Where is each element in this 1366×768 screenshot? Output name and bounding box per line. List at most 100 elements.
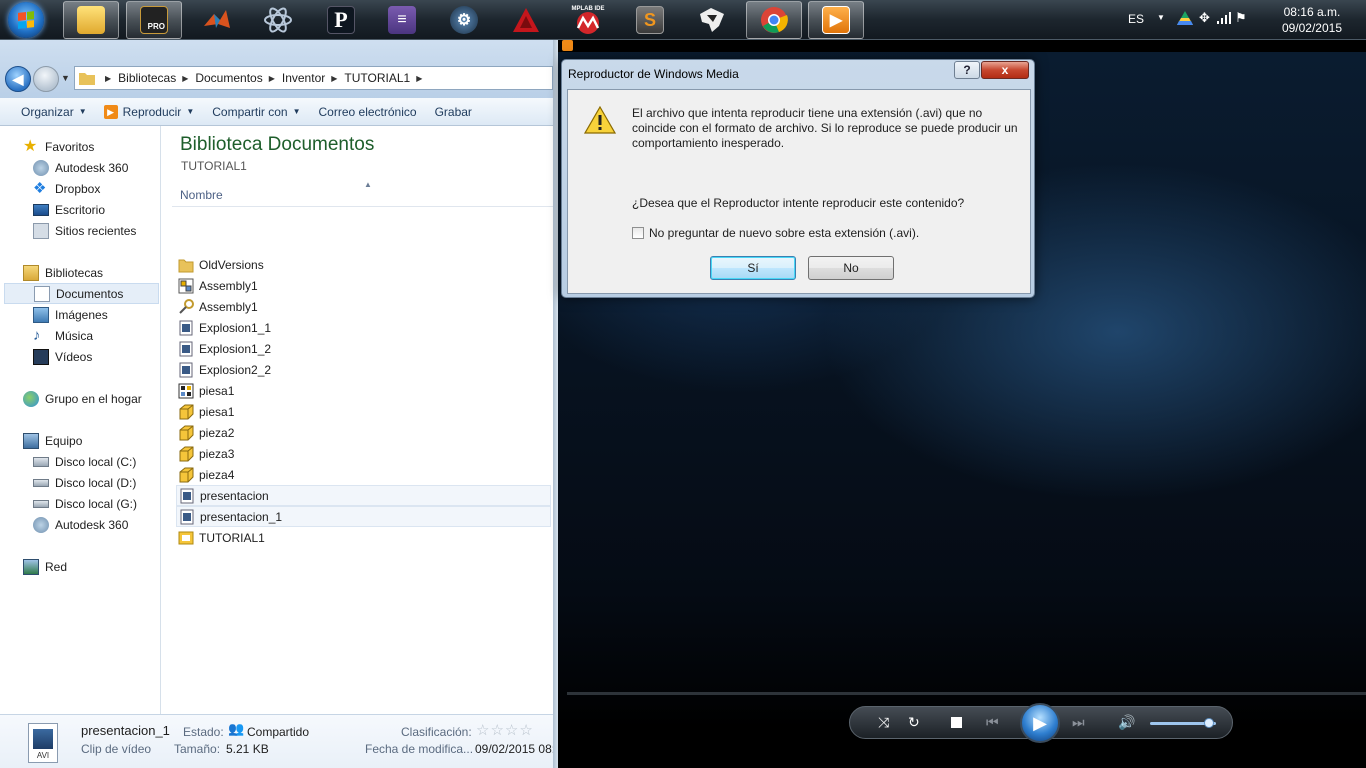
taskbar-p-app[interactable]: P bbox=[313, 1, 369, 39]
file-item[interactable]: presentacion_1 bbox=[176, 506, 551, 527]
file-item[interactable]: Assembly1 bbox=[178, 275, 553, 296]
volume-knob[interactable] bbox=[1204, 718, 1215, 728]
nav-autodesk360[interactable]: Autodesk 360 bbox=[33, 157, 128, 178]
close-button[interactable]: x bbox=[981, 61, 1029, 79]
rating-stars-icon[interactable]: ☆☆☆☆ bbox=[476, 721, 534, 739]
repeat-icon[interactable]: ↻ bbox=[908, 714, 920, 731]
play-button[interactable]: ▶ Reproducir ▼ bbox=[99, 98, 207, 126]
file-item[interactable]: Assembly1 bbox=[178, 296, 553, 317]
taskbar-steam[interactable]: ⚙ bbox=[436, 1, 492, 39]
nav-label: Disco local (C:) bbox=[55, 454, 137, 469]
explorer-titlebar: ◀ ▼ ▶ Bibliotecas ▶ Documentos ▶ Invento… bbox=[0, 40, 553, 98]
pictures-icon bbox=[33, 306, 49, 323]
nav-drive-g[interactable]: Disco local (G:) bbox=[33, 493, 137, 514]
next-icon[interactable]: ⏭ bbox=[1072, 714, 1085, 731]
play-icon[interactable]: ▶ bbox=[1020, 703, 1060, 743]
file-item[interactable]: TUTORIAL1 bbox=[178, 527, 553, 548]
nav-network[interactable]: Red bbox=[23, 556, 67, 577]
dropbox-tray-icon[interactable]: ✥ bbox=[1199, 10, 1210, 26]
file-item[interactable]: presentacion bbox=[176, 485, 551, 506]
chevron-down-icon[interactable]: ▼ bbox=[1157, 13, 1165, 22]
language-indicator[interactable]: ES bbox=[1128, 12, 1144, 26]
nav-pictures[interactable]: Imágenes bbox=[33, 304, 108, 325]
nav-documents[interactable]: Documentos bbox=[4, 283, 159, 304]
nav-autodesk360-drive[interactable]: Autodesk 360 bbox=[33, 514, 128, 535]
column-header-name[interactable]: ▲ Nombre bbox=[172, 180, 553, 207]
email-button[interactable]: Correo electrónico bbox=[313, 98, 429, 126]
file-name: pieza4 bbox=[199, 467, 235, 482]
taskbar-sublime[interactable]: S bbox=[622, 1, 678, 39]
nav-label: Escritorio bbox=[55, 202, 106, 217]
file-item[interactable]: OldVersions bbox=[178, 254, 553, 275]
start-button[interactable] bbox=[8, 2, 44, 38]
detail-rating-label: Clasificación: bbox=[401, 725, 472, 739]
share-with-button[interactable]: Compartir con ▼ bbox=[206, 98, 312, 126]
file-name: presentacion_1 bbox=[200, 509, 283, 524]
file-item[interactable]: Explosion1_2 bbox=[178, 338, 553, 359]
volume-icon[interactable]: 🔊 bbox=[1118, 714, 1135, 731]
nav-libraries[interactable]: Bibliotecas bbox=[23, 262, 103, 283]
google-drive-icon[interactable] bbox=[1177, 11, 1193, 25]
seek-bar[interactable] bbox=[567, 692, 1366, 695]
taskbar-explorer[interactable] bbox=[63, 1, 119, 39]
taskbar-chrome[interactable] bbox=[746, 1, 802, 39]
nav-music[interactable]: ♪ Música bbox=[33, 325, 93, 346]
nav-homegroup[interactable]: Grupo en el hogar bbox=[23, 388, 142, 409]
flag-icon[interactable]: ⚑ bbox=[1235, 10, 1247, 26]
back-button[interactable]: ◀ bbox=[5, 66, 31, 92]
atom-icon bbox=[264, 7, 292, 33]
breadcrumb-item[interactable]: Documentos bbox=[195, 71, 262, 85]
shared-users-icon: 👥 bbox=[228, 721, 245, 736]
taskbar-inkscape[interactable] bbox=[684, 1, 740, 39]
clock[interactable]: 08:16 a.m. 09/02/2015 bbox=[1282, 4, 1342, 36]
file-item[interactable]: pieza3 bbox=[178, 443, 553, 464]
checkbox-box[interactable] bbox=[632, 227, 644, 239]
help-button[interactable]: ? bbox=[954, 61, 980, 79]
taskbar-wmp[interactable]: ▶ bbox=[808, 1, 864, 39]
file-item[interactable]: Explosion1_1 bbox=[178, 317, 553, 338]
recent-pages-icon[interactable]: ▼ bbox=[61, 73, 70, 83]
shuffle-icon[interactable]: ⤨ bbox=[878, 714, 889, 731]
address-bar[interactable]: ▶ Bibliotecas ▶ Documentos ▶ Inventor ▶ … bbox=[74, 66, 553, 90]
part-icon bbox=[179, 467, 194, 482]
forward-button[interactable] bbox=[33, 66, 59, 92]
nav-dropbox[interactable]: ❖ Dropbox bbox=[33, 178, 100, 199]
avi-file-icon: AVI bbox=[28, 723, 58, 763]
file-item[interactable]: Explosion2_2 bbox=[178, 359, 553, 380]
taskbar-mplab[interactable]: MPLAB IDE bbox=[560, 1, 616, 39]
nav-label: Autodesk 360 bbox=[55, 517, 129, 532]
taskbar-mixer-app[interactable]: ≡ bbox=[374, 1, 430, 39]
nav-videos[interactable]: Vídeos bbox=[33, 346, 92, 367]
detail-state-label: Estado: bbox=[183, 725, 224, 739]
stop-icon[interactable] bbox=[951, 717, 962, 728]
nav-label: Sitios recientes bbox=[55, 223, 137, 238]
file-item[interactable]: piesa1 bbox=[178, 401, 553, 422]
organize-button[interactable]: Organizar ▼ bbox=[0, 98, 99, 126]
nav-drive-d[interactable]: Disco local (D:) bbox=[33, 472, 136, 493]
taskbar-atom-app[interactable] bbox=[250, 1, 306, 39]
burn-button[interactable]: Grabar bbox=[429, 98, 484, 126]
breadcrumb-item[interactable]: TUTORIAL1 bbox=[344, 71, 410, 85]
breadcrumb-item[interactable]: Inventor bbox=[282, 71, 325, 85]
volume-slider[interactable] bbox=[1150, 718, 1216, 728]
file-item[interactable]: piesa1 bbox=[178, 380, 553, 401]
signal-icon[interactable] bbox=[1217, 12, 1231, 24]
breadcrumb-item[interactable]: Bibliotecas bbox=[118, 71, 176, 85]
dont-ask-checkbox[interactable]: No preguntar de nuevo sobre esta extensi… bbox=[632, 226, 919, 240]
no-button[interactable]: No bbox=[808, 256, 894, 280]
file-item[interactable]: pieza4 bbox=[178, 464, 553, 485]
file-item[interactable]: pieza2 bbox=[178, 422, 553, 443]
taskbar-autocad[interactable] bbox=[498, 1, 554, 39]
yes-button[interactable]: Sí bbox=[710, 256, 796, 280]
nav-drive-c[interactable]: Disco local (C:) bbox=[33, 451, 136, 472]
nav-desktop[interactable]: Escritorio bbox=[33, 199, 105, 220]
taskbar-inventor[interactable]: PRO bbox=[126, 1, 182, 39]
p-app-icon: P bbox=[327, 6, 355, 34]
nav-computer[interactable]: Equipo bbox=[23, 430, 82, 451]
folder-icon bbox=[77, 6, 105, 34]
nav-favorites[interactable]: ★ Favoritos bbox=[23, 136, 94, 157]
nav-recent-places[interactable]: Sitios recientes bbox=[33, 220, 136, 241]
taskbar-matlab[interactable] bbox=[189, 1, 245, 39]
drive-icon bbox=[33, 478, 49, 487]
previous-icon[interactable]: ⏮ bbox=[986, 714, 999, 731]
